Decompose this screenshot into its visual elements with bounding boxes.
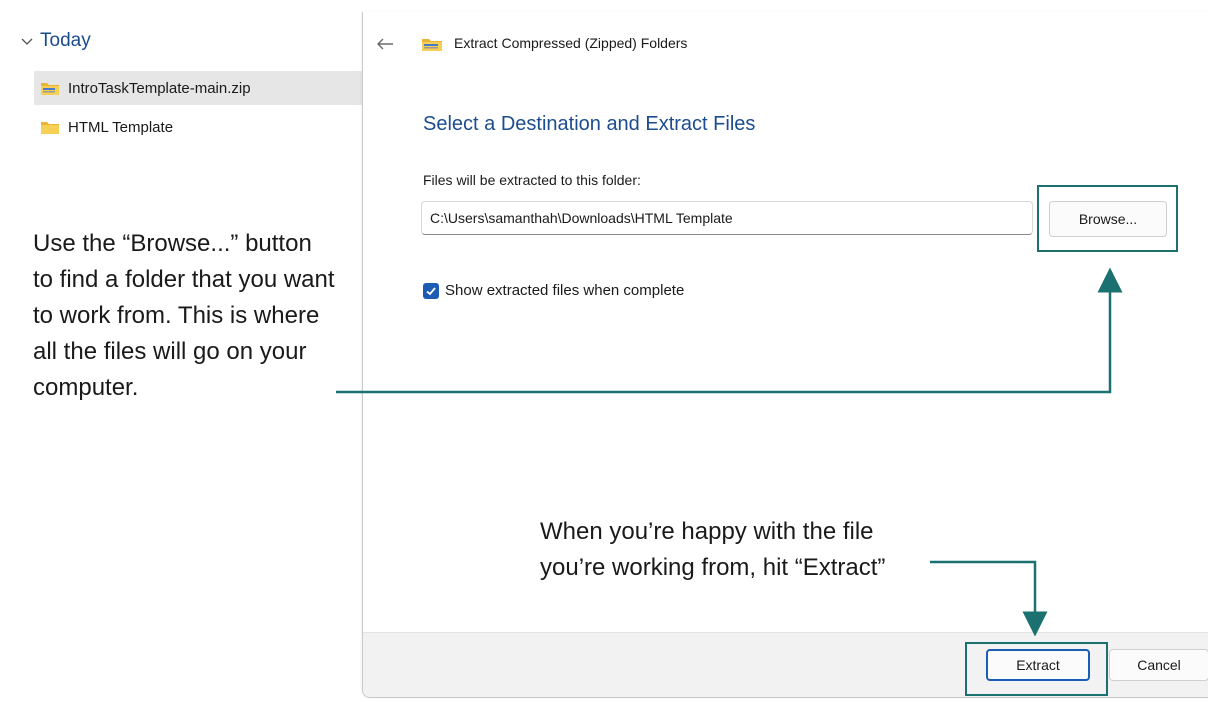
back-arrow-icon[interactable] [373, 28, 397, 60]
zip-folder-icon [41, 83, 59, 95]
browse-callout-text: Use the “Browse...” button to find a fol… [33, 230, 335, 401]
checkmark-icon [426, 286, 436, 295]
chevron-down-icon [21, 38, 33, 45]
list-item-folder[interactable]: HTML Template [34, 110, 173, 144]
destination-path-input[interactable] [421, 201, 1033, 235]
checkbox-label: Show extracted files when complete [445, 282, 685, 299]
extract-callout-text: When you’re happy with the file you’re w… [540, 518, 886, 581]
dialog-title: Extract Compressed (Zipped) Folders [454, 35, 688, 51]
group-label: Today [40, 30, 91, 51]
zip-folder-icon [422, 39, 442, 51]
folder-icon [41, 122, 59, 134]
extract-highlight-box [965, 642, 1108, 696]
folder-name: HTML Template [68, 118, 174, 136]
browse-highlight-box [1037, 185, 1178, 252]
show-files-checkbox-row[interactable]: Show extracted files when complete [423, 282, 684, 299]
extract-dialog: Extract Compressed (Zipped) Folders Sele… [362, 12, 1208, 698]
group-header-today[interactable]: Today [20, 30, 91, 52]
file-name: IntroTaskTemplate-main.zip [68, 79, 251, 97]
cancel-button[interactable]: Cancel [1109, 649, 1208, 681]
destination-label: Files will be extracted to this folder: [423, 172, 641, 188]
dialog-heading: Select a Destination and Extract Files [423, 113, 756, 135]
list-item-zip-file[interactable]: IntroTaskTemplate-main.zip [34, 71, 366, 105]
show-files-checkbox[interactable] [423, 282, 439, 299]
